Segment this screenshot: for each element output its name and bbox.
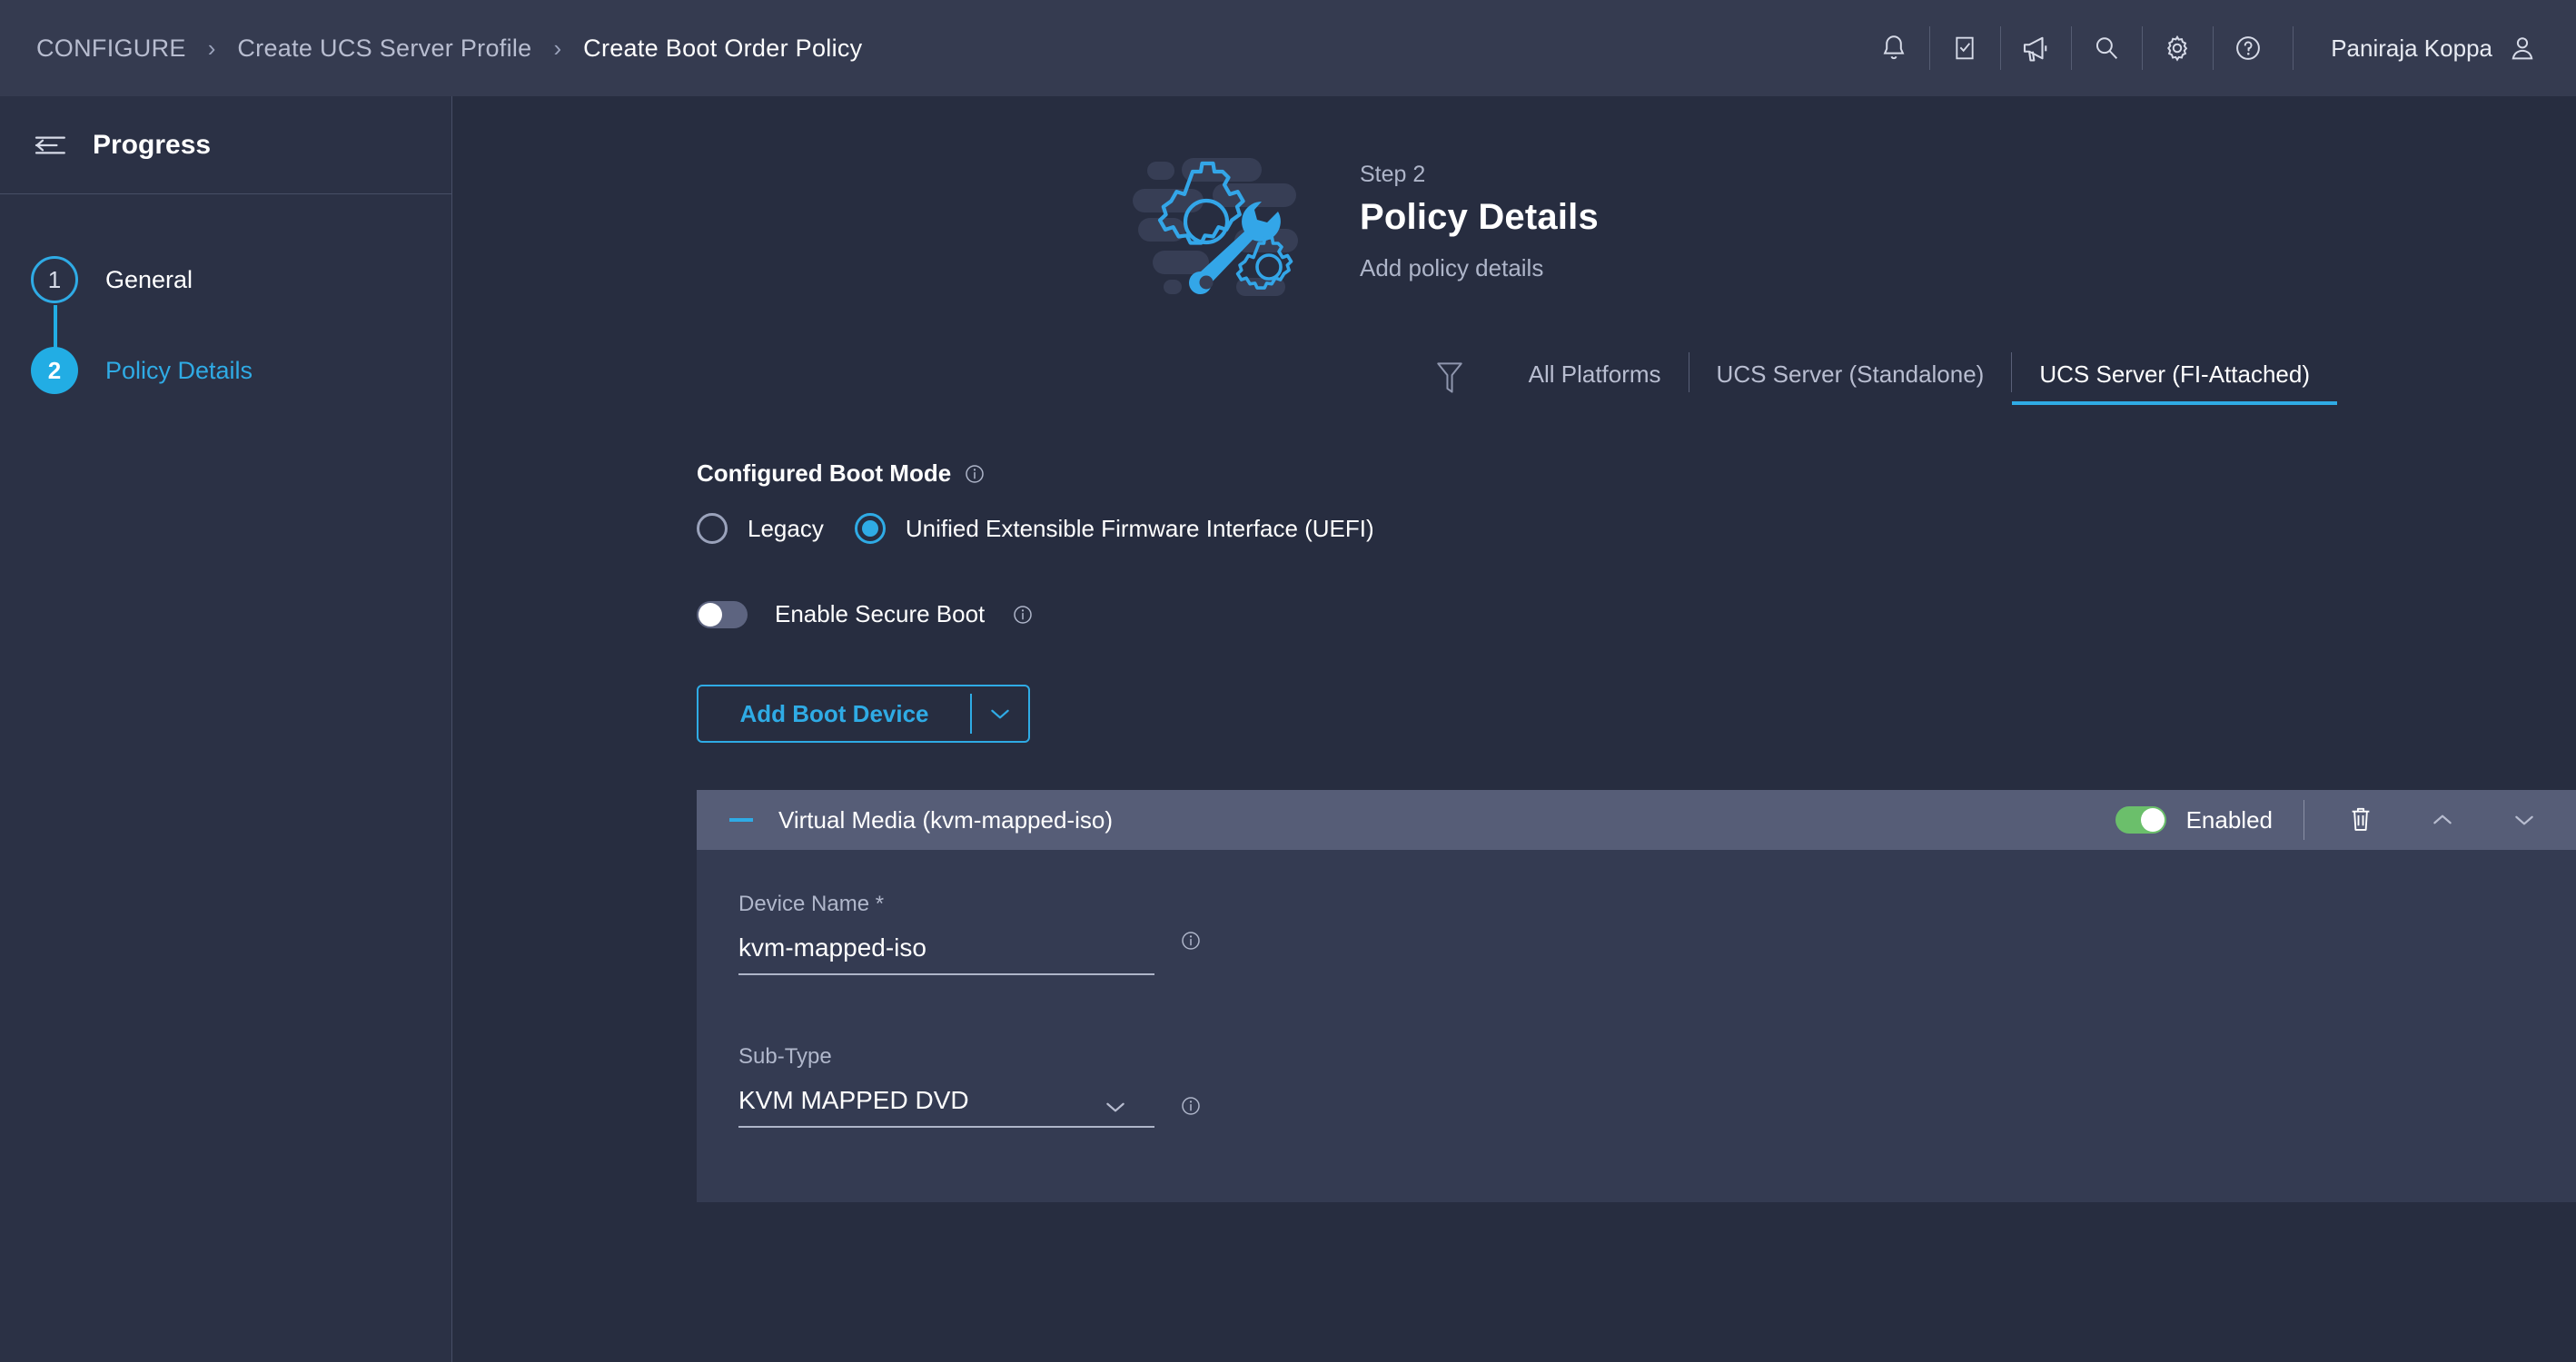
sidebar-item-policy-details[interactable]: 2 Policy Details	[0, 345, 451, 396]
radio-label-uefi: Unified Extensible Firmware Interface (U…	[905, 514, 1374, 542]
sub-type-label: Sub-Type	[738, 1044, 832, 1069]
chevron-down-icon[interactable]	[2499, 790, 2550, 850]
tab-ucs-server-standalone[interactable]: UCS Server (Standalone)	[1689, 360, 2012, 405]
boot-device-card-header[interactable]: Virtual Media (kvm-mapped-iso) Enabled	[697, 790, 2576, 850]
search-icon[interactable]	[2071, 0, 2142, 96]
page-subtitle: Add policy details	[1360, 254, 1544, 281]
app-root: CONFIGURE › Create UCS Server Profile › …	[0, 0, 2576, 1362]
step-label-policy-details: Policy Details	[105, 356, 253, 384]
gear-wrench-illustration	[1125, 142, 1316, 305]
toggle-knob	[698, 602, 722, 627]
boot-device-title: Virtual Media (kvm-mapped-iso)	[778, 805, 1113, 834]
breadcrumb: CONFIGURE › Create UCS Server Profile › …	[0, 35, 862, 63]
progress-sidebar: Progress 1 General 2 Policy Details	[0, 96, 452, 1362]
secure-boot-toggle[interactable]	[697, 600, 748, 628]
page-title-main: Policy Details	[1360, 197, 1599, 237]
boot-device-actions: Enabled	[2115, 790, 2576, 850]
info-icon[interactable]	[964, 463, 986, 485]
step-number-badge: 1	[31, 256, 78, 303]
boot-device-enable-toggle[interactable]	[2115, 806, 2166, 834]
tab-all-platforms[interactable]: All Platforms	[1501, 360, 1689, 405]
breadcrumb-item-configure[interactable]: CONFIGURE	[36, 35, 186, 63]
radio-dot-uefi[interactable]	[854, 513, 886, 544]
breadcrumb-separator: ›	[553, 35, 562, 62]
boot-device-card: Virtual Media (kvm-mapped-iso) Enabled D…	[697, 790, 2576, 1202]
page-header: Step 2 Policy Details Add policy details	[453, 96, 2576, 305]
filter-icon[interactable]	[1434, 360, 1465, 396]
device-name-input[interactable]	[738, 933, 1154, 975]
avatar-icon	[2512, 37, 2533, 60]
sub-type-field: Sub-Type	[738, 1044, 1200, 1128]
radio-legacy[interactable]: Legacy	[697, 513, 824, 544]
policy-form: Configured Boot Mode Legacy Unified Exte…	[453, 459, 2576, 1202]
step-number-badge: 2	[31, 347, 78, 394]
add-boot-device-label: Add Boot Device	[739, 699, 929, 727]
main-content: Step 2 Policy Details Add policy details…	[453, 96, 2576, 1362]
breadcrumb-separator: ›	[207, 35, 216, 62]
radio-uefi[interactable]: Unified Extensible Firmware Interface (U…	[854, 513, 1374, 544]
configured-boot-mode-label: Configured Boot Mode	[697, 459, 952, 487]
device-name-label: Device Name *	[738, 892, 885, 916]
help-icon[interactable]	[2213, 0, 2284, 96]
top-bar-actions: Paniraja Koppa	[1858, 0, 2576, 96]
breadcrumb-item-create-ucs-server-profile[interactable]: Create UCS Server Profile	[237, 35, 531, 63]
top-bar: CONFIGURE › Create UCS Server Profile › …	[0, 0, 2576, 96]
bell-icon[interactable]	[1858, 0, 1929, 96]
device-name-field: Device Name *	[738, 892, 1200, 975]
boot-device-card-body: Device Name * Sub-Type	[697, 850, 2576, 1202]
secure-boot-label: Enable Secure Boot	[775, 600, 986, 627]
step-kicker: Step 2	[1360, 162, 1426, 187]
boot-mode-radio-group: Legacy Unified Extensible Firmware Inter…	[697, 513, 2576, 544]
chevron-down-icon[interactable]	[1104, 1099, 1127, 1115]
sub-type-select[interactable]	[738, 1086, 1154, 1128]
boot-device-enabled-label: Enabled	[2185, 805, 2273, 834]
minus-icon[interactable]	[729, 818, 753, 822]
chevron-down-icon[interactable]	[972, 706, 1028, 722]
gear-icon[interactable]	[2142, 0, 2213, 96]
add-boot-device-button[interactable]: Add Boot Device	[697, 685, 1030, 743]
page-header-text: Step 2 Policy Details Add policy details	[1360, 142, 1599, 282]
checklist-icon[interactable]	[1929, 0, 2000, 96]
trash-icon[interactable]	[2335, 790, 2386, 850]
info-icon[interactable]	[1012, 604, 1034, 626]
page-title: Progress	[93, 129, 212, 160]
toggle-knob	[2140, 808, 2165, 832]
info-icon[interactable]	[1180, 1095, 1202, 1117]
chevron-up-icon[interactable]	[2417, 790, 2468, 850]
tab-ucs-server-fi-attached[interactable]: UCS Server (FI-Attached)	[2012, 360, 2337, 405]
megaphone-icon[interactable]	[2000, 0, 2071, 96]
radio-dot-legacy[interactable]	[697, 513, 728, 544]
breadcrumb-item-create-boot-order-policy[interactable]: Create Boot Order Policy	[583, 35, 862, 63]
user-name: Paniraja Koppa	[2331, 34, 2492, 62]
secure-boot-row: Enable Secure Boot	[697, 600, 2576, 628]
info-icon[interactable]	[1180, 930, 1202, 952]
user-menu[interactable]: Paniraja Koppa	[2293, 0, 2545, 96]
sidebar-item-general[interactable]: 1 General	[0, 254, 451, 305]
radio-label-legacy: Legacy	[748, 514, 824, 542]
step-label-general: General	[105, 265, 193, 293]
progress-header: Progress	[0, 96, 451, 194]
boot-mode-label-row: Configured Boot Mode	[697, 459, 2576, 488]
platform-tabs: All Platforms UCS Server (Standalone) UC…	[453, 352, 2576, 405]
collapse-panel-icon[interactable]	[31, 133, 67, 158]
step-list: 1 General 2 Policy Details	[0, 194, 451, 396]
